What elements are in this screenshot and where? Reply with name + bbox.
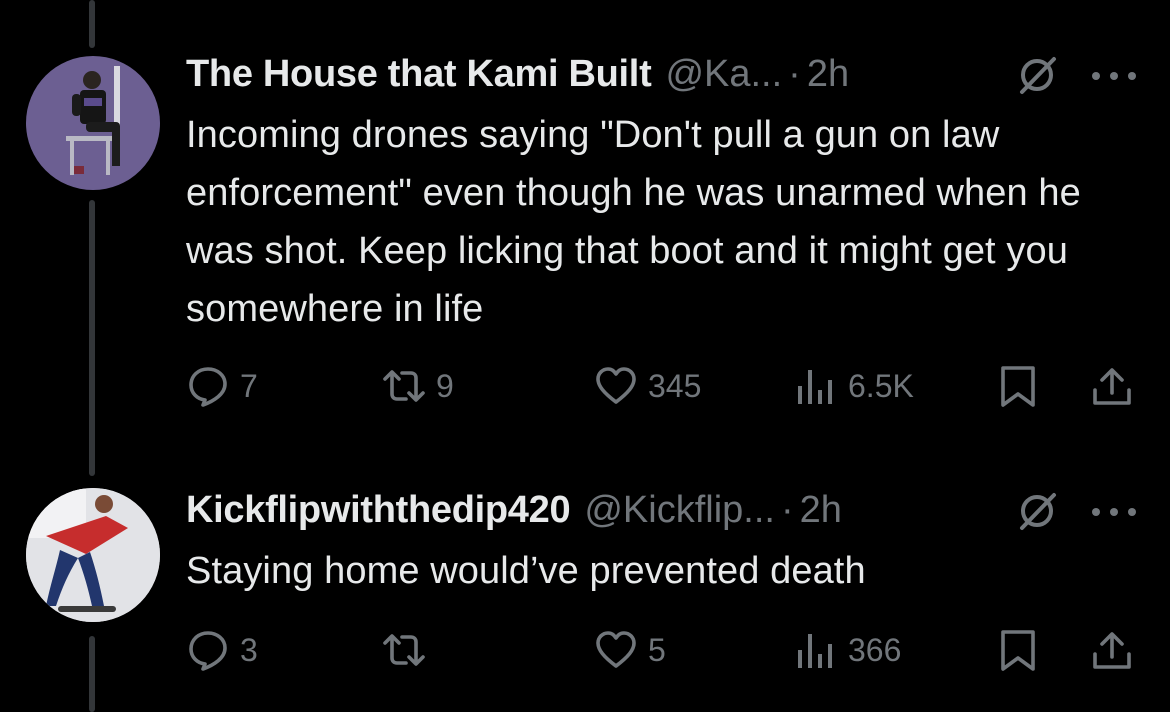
timestamp[interactable]: 2h (800, 489, 842, 532)
share-icon (1093, 368, 1131, 405)
user-handle[interactable]: @Kickflip... (584, 489, 775, 532)
bookmark-button[interactable] (996, 628, 1040, 672)
avatar-image (26, 488, 160, 622)
like-count: 5 (648, 631, 666, 668)
more-icon-dot (1092, 508, 1100, 516)
avatar-image (66, 66, 120, 175)
separator-dot: · (780, 488, 794, 531)
reply-button[interactable]: 3 (186, 628, 258, 672)
views-icon (798, 634, 832, 668)
bookmark-icon (1001, 366, 1035, 407)
views-icon (798, 370, 832, 404)
reply-count: 7 (240, 367, 258, 404)
repost-icon (383, 370, 425, 402)
post-text: Staying home would’ve prevented death (186, 550, 866, 592)
like-count: 345 (648, 367, 702, 404)
post-text: Incoming drones saying "Don't pull a gun… (186, 114, 1081, 330)
repost-count: 9 (436, 367, 454, 404)
bookmark-icon (1001, 630, 1035, 671)
more-icon-dot (1110, 72, 1118, 80)
views-button[interactable]: 366 (794, 628, 901, 672)
repost-button[interactable] (382, 628, 436, 672)
more-icon-dot (1128, 72, 1136, 80)
display-name[interactable]: Kickflipwiththedip420 (186, 489, 571, 532)
repost-icon (383, 634, 425, 666)
share-button[interactable] (1090, 628, 1134, 672)
separator-dot: · (788, 52, 801, 95)
grok-button[interactable] (1016, 490, 1058, 532)
like-button[interactable]: 5 (594, 628, 666, 672)
thread-line-bottom (89, 636, 95, 712)
repost-button[interactable]: 9 (382, 364, 454, 408)
reply-count: 3 (240, 631, 258, 668)
avatar[interactable] (26, 488, 160, 622)
user-handle[interactable]: @Ka... (665, 53, 782, 96)
grok-button[interactable] (1016, 54, 1058, 96)
view-count: 6.5K (848, 367, 914, 404)
views-button[interactable]: 6.5K (794, 364, 914, 408)
more-button[interactable] (1092, 70, 1136, 82)
like-button[interactable]: 345 (594, 364, 701, 408)
share-button[interactable] (1090, 364, 1134, 408)
more-icon-dot (1110, 508, 1118, 516)
bookmark-button[interactable] (996, 364, 1040, 408)
display-name[interactable]: The House that Kami Built (186, 53, 652, 96)
share-icon (1093, 632, 1131, 669)
view-count: 366 (848, 631, 902, 668)
reply-icon (189, 367, 227, 407)
more-icon-dot (1092, 72, 1100, 80)
grok-icon (1020, 57, 1056, 94)
reply-button[interactable]: 7 (186, 364, 258, 408)
avatar[interactable] (26, 56, 160, 190)
more-icon-dot (1128, 508, 1136, 516)
timestamp[interactable]: 2h (807, 53, 849, 96)
thread-line-top (89, 0, 95, 48)
grok-icon (1020, 493, 1056, 530)
more-button[interactable] (1092, 506, 1136, 518)
post-header: Kickflipwiththedip420 @Kickflip... · 2h (186, 484, 842, 536)
like-icon (596, 631, 636, 668)
post-header: The House that Kami Built @Ka... · 2h (186, 48, 849, 100)
reply-icon (189, 631, 227, 671)
thread-line-middle (89, 200, 95, 476)
like-icon (596, 367, 636, 404)
